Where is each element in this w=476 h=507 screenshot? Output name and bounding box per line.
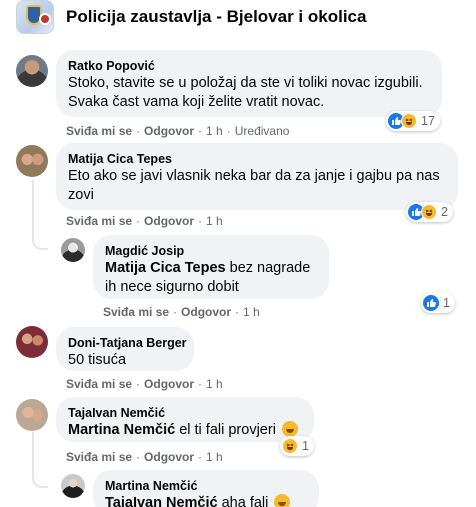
laughing-emoji-icon	[274, 494, 291, 507]
siren-icon	[39, 13, 51, 25]
comment-body: aha fali	[217, 495, 269, 507]
comment-body: el ti fali provjeri	[175, 422, 276, 438]
like-button[interactable]: Sviđa mi se	[66, 377, 132, 391]
reaction-summary[interactable]: 2	[406, 202, 453, 222]
haha-icon	[401, 113, 417, 129]
comment-actions: Sviđa mi se · Odgovor · 1 h	[66, 214, 223, 228]
like-button[interactable]: Sviđa mi se	[66, 124, 132, 138]
comment-bubble: TajaIvan Nemčić Martina Nemčić el ti fal…	[56, 397, 314, 442]
reaction-count: 2	[441, 205, 448, 219]
mention-link[interactable]: Matija Cica Tepes	[105, 260, 226, 276]
avatar[interactable]	[16, 399, 48, 431]
avatar[interactable]	[16, 326, 48, 358]
edited-label: Uređivano	[234, 124, 290, 138]
comment-text: Eto ako se javi vlasnik neka bar da za j…	[68, 168, 440, 203]
haha-icon	[282, 438, 298, 454]
comment-author[interactable]: Matija Cica Tepes	[68, 151, 446, 167]
reply-button[interactable]: Odgovor	[144, 377, 194, 391]
reaction-count: 1	[443, 296, 450, 310]
comment-author[interactable]: Ratko Popović	[68, 58, 430, 74]
comment-text: Martina Nemčić el ti fali provjeri	[68, 421, 302, 440]
comment-time[interactable]: 1 h	[243, 305, 260, 319]
avatar[interactable]	[61, 474, 85, 498]
mention-link[interactable]: TajaIvan Nemčić	[105, 495, 218, 507]
comment-time[interactable]: 1 h	[206, 124, 223, 138]
reaction-summary[interactable]: 1	[280, 436, 314, 456]
reaction-summary[interactable]: 1	[421, 293, 455, 313]
like-button[interactable]: Sviđa mi se	[66, 214, 132, 228]
group-header: Policija zaustavlja - Bjelovar i okolica	[0, 0, 476, 36]
comment-bubble: Matija Cica Tepes Eto ako se javi vlasni…	[56, 143, 458, 210]
avatar[interactable]	[61, 238, 85, 262]
comment-bubble: Doni-Tatjana Berger 50 tisuća	[56, 327, 194, 371]
comment-time[interactable]: 1 h	[206, 377, 223, 391]
reply-button[interactable]: Odgovor	[144, 214, 194, 228]
reaction-count: 17	[421, 114, 435, 128]
comment-text: TajaIvan Nemčić aha fali	[105, 494, 307, 507]
mention-link[interactable]: Martina Nemčić	[68, 422, 175, 438]
comment-author[interactable]: Magdić Josip	[105, 243, 317, 259]
comment-text: 50 tisuća	[68, 352, 127, 368]
comment-author[interactable]: TajaIvan Nemčić	[68, 405, 302, 421]
comment-bubble: Ratko Popović Stoko, stavite se u položa…	[56, 50, 442, 117]
comment-bubble: Magdić Josip Matija Cica Tepes bez nagra…	[93, 235, 329, 299]
comment-actions: Sviđa mi se · Odgovor · 1 h · Uređivano	[66, 124, 290, 138]
comment-text: Matija Cica Tepes bez nagrade ih nece si…	[105, 259, 317, 297]
comment-author[interactable]: Martina Nemčić	[105, 478, 307, 494]
comment-actions: Sviđa mi se · Odgovor · 1 h	[66, 377, 223, 391]
haha-icon	[421, 204, 437, 220]
like-button[interactable]: Sviđa mi se	[103, 305, 169, 319]
thread-line	[32, 180, 34, 236]
group-avatar[interactable]	[16, 0, 54, 34]
comment-time[interactable]: 1 h	[206, 450, 223, 464]
reply-button[interactable]: Odgovor	[181, 305, 231, 319]
avatar[interactable]	[16, 55, 48, 87]
like-button[interactable]: Sviđa mi se	[66, 450, 132, 464]
reaction-summary[interactable]: 17	[386, 111, 440, 131]
comment-bubble: Martina Nemčić TajaIvan Nemčić aha fali	[93, 470, 319, 507]
thread-connector	[32, 236, 48, 250]
comment-actions: Sviđa mi se · Odgovor · 1 h	[103, 305, 260, 319]
like-icon	[423, 295, 439, 311]
comment-time[interactable]: 1 h	[206, 214, 223, 228]
avatar[interactable]	[16, 145, 48, 177]
comment-text: Stoko, stavite se u položaj da ste vi to…	[68, 75, 423, 110]
laughing-emoji-icon	[281, 421, 298, 437]
thread-connector	[32, 474, 48, 488]
reply-button[interactable]: Odgovor	[144, 450, 194, 464]
comment-actions: Sviđa mi se · Odgovor · 1 h	[66, 450, 223, 464]
reply-button[interactable]: Odgovor	[144, 124, 194, 138]
thread-line	[32, 432, 34, 474]
reaction-count: 1	[302, 439, 309, 453]
group-title[interactable]: Policija zaustavlja - Bjelovar i okolica	[66, 7, 366, 27]
comment-author[interactable]: Doni-Tatjana Berger	[68, 335, 187, 351]
